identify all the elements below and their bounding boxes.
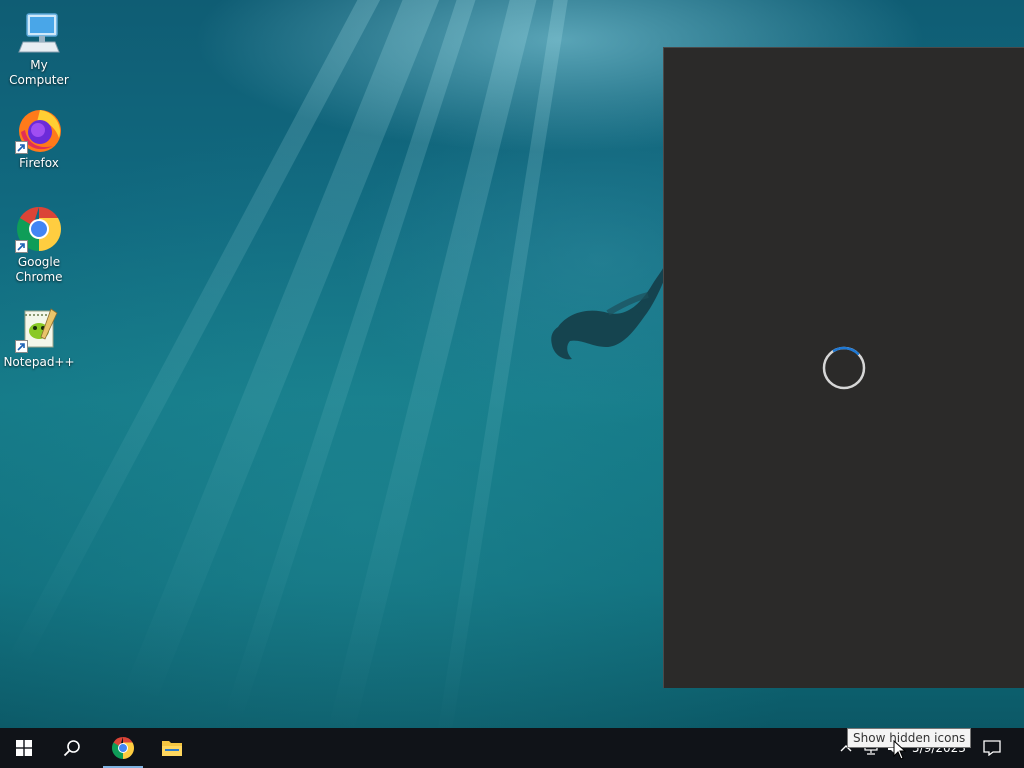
chrome-icon xyxy=(15,205,63,253)
desktop-icon-label: Notepad++ xyxy=(3,355,75,369)
folder-icon xyxy=(162,741,182,756)
swimmer-silhouette xyxy=(551,261,666,360)
file-explorer-button[interactable] xyxy=(151,728,193,768)
desktop-icon-notepad-plus-plus[interactable]: Notepad++ xyxy=(0,305,78,370)
computer-icon xyxy=(15,8,63,56)
search-icon xyxy=(63,740,80,757)
loading-spinner-icon xyxy=(822,346,866,390)
shortcut-arrow-icon xyxy=(15,340,28,353)
mouse-cursor-icon xyxy=(893,740,907,760)
show-hidden-icons-tooltip: Show hidden icons xyxy=(847,728,972,748)
action-center-button[interactable] xyxy=(978,728,1006,768)
windows-logo-icon xyxy=(16,740,32,756)
desktop-icon-label: My Computer xyxy=(9,58,69,87)
notification-icon xyxy=(983,740,1001,756)
shortcut-arrow-icon xyxy=(15,240,28,253)
desktop-icon-google-chrome[interactable]: Google Chrome xyxy=(0,205,78,285)
loading-window[interactable] xyxy=(663,47,1024,688)
shortcut-arrow-icon xyxy=(15,141,28,154)
desktop-icon-label: Firefox xyxy=(19,156,59,170)
desktop-icon-my-computer[interactable]: My Computer xyxy=(0,8,78,88)
chrome-icon xyxy=(112,737,134,759)
search-button[interactable] xyxy=(48,728,96,768)
desktop-icon-label: Google Chrome xyxy=(15,255,63,284)
desktop-icon-firefox[interactable]: Firefox xyxy=(0,106,78,171)
start-button[interactable] xyxy=(0,728,48,768)
chrome-taskbar-button[interactable] xyxy=(103,728,143,768)
notepad-plus-plus-icon xyxy=(15,305,63,353)
firefox-icon xyxy=(15,106,63,154)
